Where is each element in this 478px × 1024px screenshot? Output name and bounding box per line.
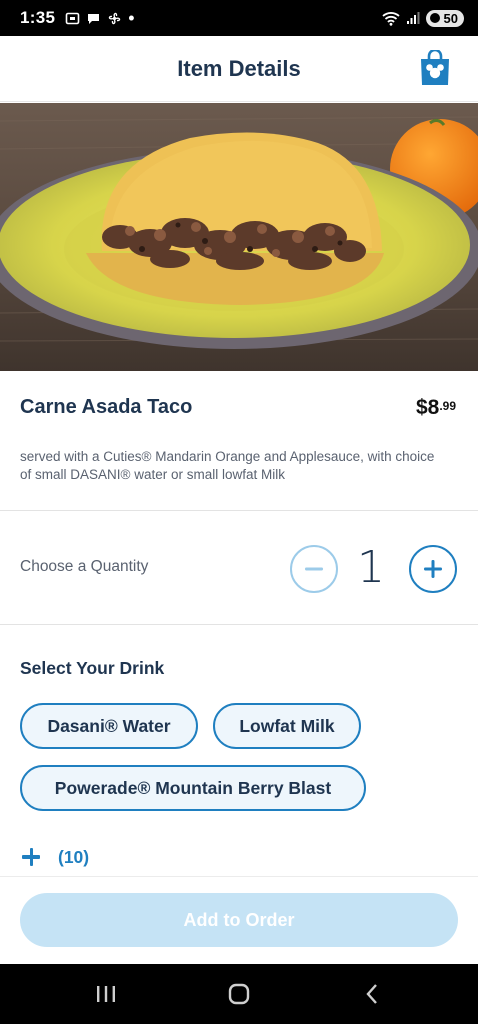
item-name: Carne Asada Taco (20, 396, 193, 418)
divider (0, 510, 478, 511)
select-drink-title: Select Your Drink (20, 658, 165, 678)
wifi-icon (381, 11, 400, 26)
expand-plus-icon (20, 846, 42, 868)
drink-option-dasani-water[interactable]: Dasani® Water (20, 703, 198, 749)
divider (0, 876, 478, 877)
page-title: Item Details (177, 55, 301, 81)
drink-option-lowfat-milk[interactable]: Lowfat Milk (213, 703, 361, 749)
home-icon (228, 983, 250, 1005)
chat-icon (88, 13, 100, 24)
item-price: $8.99 (416, 396, 456, 420)
minus-icon (305, 567, 323, 571)
plus-icon (424, 560, 442, 578)
system-icons: 50 (381, 9, 464, 27)
drink-option-powerade[interactable]: Powerade® Mountain Berry Blast (20, 765, 366, 811)
notification-icons: • (65, 8, 135, 28)
increase-quantity-button[interactable] (409, 545, 457, 593)
decrease-quantity-button[interactable] (290, 545, 338, 593)
status-time: 1:35 (20, 8, 56, 27)
item-description: served with a Cuties® Mandarin Orange an… (20, 449, 435, 482)
battery-indicator: 50 (425, 9, 464, 27)
price-cents: .99 (439, 399, 456, 413)
home-button[interactable] (219, 980, 259, 1008)
system-nav-bar (0, 964, 478, 1024)
more-options-toggle[interactable]: (10) (20, 846, 89, 868)
price-dollars: 8 (427, 396, 440, 419)
shopping-bag-mickey-icon (421, 48, 449, 85)
quantity-value: 1 (357, 542, 385, 593)
item-photo (0, 103, 478, 371)
add-to-order-button[interactable]: Add to Order (20, 893, 458, 947)
recent-apps-icon (97, 986, 115, 1002)
more-options-count: (10) (58, 846, 90, 867)
price-currency: $ (415, 396, 428, 419)
app-header: Item Details (0, 36, 478, 102)
back-icon (366, 984, 377, 1004)
back-button[interactable] (352, 980, 392, 1008)
fan-icon (109, 12, 121, 24)
recent-apps-button[interactable] (86, 980, 126, 1008)
status-bar: 1:35 • 50 (0, 0, 478, 36)
divider (0, 624, 478, 625)
dot-icon: • (128, 8, 135, 28)
shopping-bag-button[interactable] (418, 48, 452, 86)
signal-icon (406, 12, 420, 24)
quantity-label: Choose a Quantity (20, 558, 149, 575)
screenshot-icon (65, 12, 80, 24)
